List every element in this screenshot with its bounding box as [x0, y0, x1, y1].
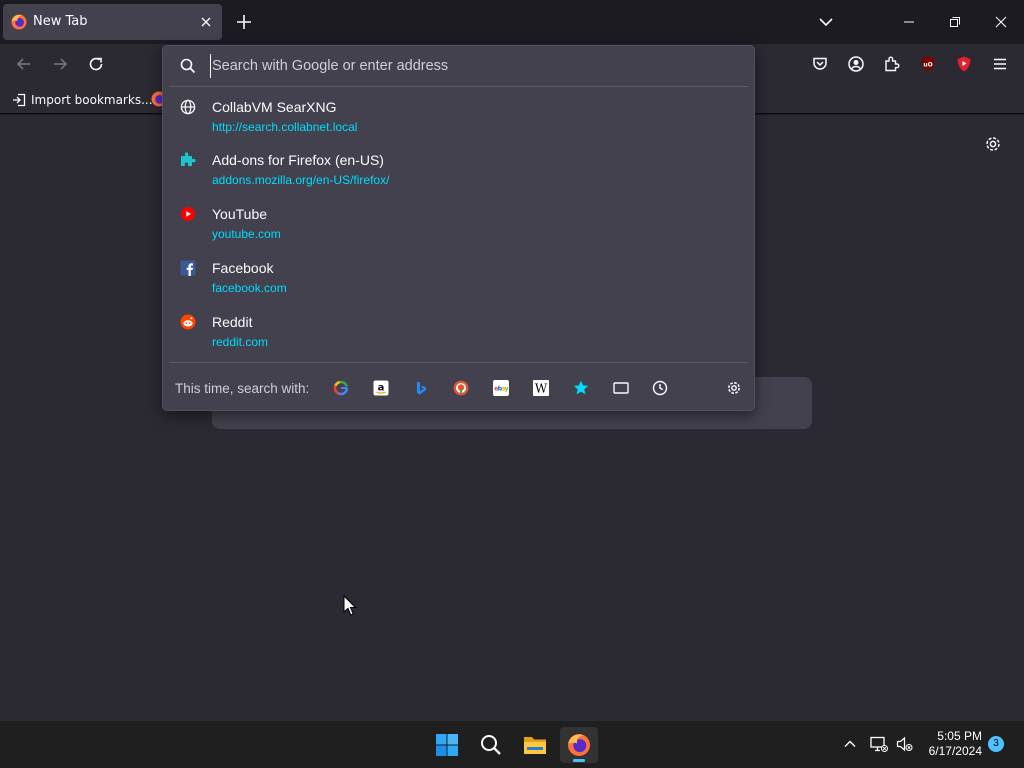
- addons-puzzle-icon: [180, 152, 196, 168]
- wikipedia-icon[interactable]: W: [533, 380, 549, 396]
- pocket-icon[interactable]: [810, 54, 830, 74]
- svg-text:W: W: [535, 382, 548, 396]
- one-off-search-buttons: This time, search with: a ebay W: [163, 366, 754, 410]
- result-row[interactable]: YouTube youtube.com: [169, 200, 748, 250]
- result-title: YouTube: [212, 206, 268, 222]
- reddit-icon: [180, 314, 196, 330]
- clock-time: 5:05 PM: [937, 729, 982, 743]
- tab-title: New Tab: [33, 14, 88, 29]
- result-url: addons.mozilla.org/en-US/firefox/: [212, 173, 390, 187]
- result-url: http://search.collabnet.local: [212, 120, 358, 134]
- list-all-tabs-chevron-icon[interactable]: [816, 12, 836, 32]
- notification-badge[interactable]: 3: [988, 736, 1004, 752]
- result-row[interactable]: Add-ons for Firefox (en-US) addons.mozil…: [169, 146, 748, 196]
- close-tab-icon[interactable]: [198, 14, 214, 30]
- firefox-icon: [11, 14, 27, 30]
- import-bookmarks-button[interactable]: Import bookmarks...: [12, 91, 153, 109]
- taskbar-search-button[interactable]: [472, 727, 510, 763]
- new-tab-plus-icon[interactable]: [234, 12, 254, 32]
- svg-text:uO: uO: [923, 62, 932, 69]
- search-with-label: This time, search with:: [175, 381, 310, 396]
- address-bar-dropdown: CollabVM SearXNG http://search.collabnet…: [162, 45, 755, 411]
- active-app-indicator: [573, 759, 585, 762]
- account-icon[interactable]: [846, 54, 866, 74]
- page-settings-gear-icon[interactable]: [983, 134, 1003, 154]
- result-title: Add-ons for Firefox (en-US): [212, 152, 384, 168]
- facebook-icon: [180, 260, 196, 276]
- result-row[interactable]: Facebook facebook.com: [169, 254, 748, 304]
- tabs-icon[interactable]: [613, 380, 629, 396]
- google-icon[interactable]: [333, 380, 349, 396]
- result-row[interactable]: Reddit reddit.com: [169, 308, 748, 358]
- result-title: Reddit: [212, 314, 253, 330]
- result-row[interactable]: CollabVM SearXNG http://search.collabnet…: [169, 93, 748, 143]
- file-explorer-button[interactable]: [516, 727, 554, 763]
- show-hidden-icons-chevron-icon[interactable]: [842, 736, 858, 752]
- reload-icon[interactable]: [86, 54, 106, 74]
- divider: [169, 86, 748, 87]
- result-url: reddit.com: [212, 335, 269, 349]
- minimize-window-icon[interactable]: [899, 12, 919, 32]
- history-icon[interactable]: [652, 380, 668, 396]
- duckduckgo-icon[interactable]: [453, 380, 469, 396]
- youtube-icon: [180, 206, 196, 222]
- forward-arrow-icon[interactable]: [50, 54, 70, 74]
- search-settings-gear-icon[interactable]: [726, 380, 742, 396]
- taskbar: 5:05 PM 6/17/2024: [0, 720, 1024, 768]
- youtube-extension-icon[interactable]: [954, 54, 974, 74]
- close-window-icon[interactable]: [991, 12, 1011, 32]
- network-icon[interactable]: [870, 736, 888, 752]
- result-title: Facebook: [212, 260, 274, 276]
- globe-icon: [180, 99, 196, 115]
- extensions-puzzle-icon[interactable]: [882, 54, 902, 74]
- result-title: CollabVM SearXNG: [212, 99, 337, 115]
- ebay-icon[interactable]: ebay: [493, 380, 509, 396]
- back-arrow-icon[interactable]: [14, 54, 34, 74]
- import-bookmarks-label: Import bookmarks...: [31, 93, 153, 107]
- start-button[interactable]: [428, 727, 466, 763]
- tab-strip: New Tab: [0, 0, 1024, 44]
- import-arrow-icon: [12, 93, 26, 107]
- mouse-pointer-icon: [343, 595, 357, 617]
- firefox-taskbar-button[interactable]: [560, 727, 598, 763]
- svg-text:a: a: [378, 383, 385, 394]
- amazon-icon[interactable]: a: [373, 380, 389, 396]
- svg-text:y: y: [505, 386, 509, 393]
- result-url: facebook.com: [212, 281, 287, 295]
- tab-new-tab[interactable]: New Tab: [3, 4, 222, 40]
- restore-window-icon[interactable]: [945, 12, 965, 32]
- bing-icon[interactable]: [413, 380, 429, 396]
- system-clock[interactable]: 5:05 PM 6/17/2024: [922, 729, 982, 759]
- hamburger-menu-icon[interactable]: [990, 54, 1010, 74]
- ublock-origin-icon[interactable]: uO: [918, 54, 938, 74]
- bookmarks-star-icon[interactable]: [573, 380, 589, 396]
- divider: [169, 362, 748, 363]
- address-input[interactable]: [210, 54, 730, 78]
- search-icon: [179, 57, 197, 75]
- result-url: youtube.com: [212, 227, 281, 241]
- clock-date: 6/17/2024: [928, 744, 982, 758]
- volume-muted-icon[interactable]: [896, 736, 914, 752]
- address-bar: [163, 46, 754, 86]
